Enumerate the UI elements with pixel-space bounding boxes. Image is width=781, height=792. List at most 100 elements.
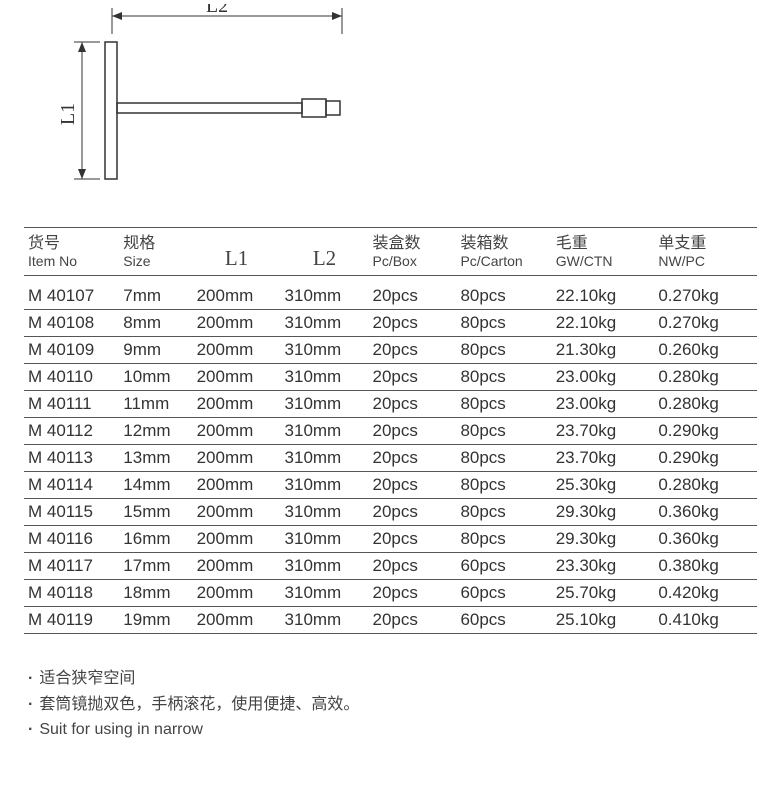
cell-size: 17mm <box>119 553 192 580</box>
cell-ctn: 60pcs <box>456 553 551 580</box>
l2-label: L2 <box>206 4 228 17</box>
col-header: 规格Size <box>119 228 192 276</box>
cell-nw: 0.280kg <box>654 391 757 418</box>
cell-box: 20pcs <box>368 276 456 310</box>
cell-item: M 40111 <box>24 391 119 418</box>
table-row: M 4011313mm200mm310mm20pcs80pcs23.70kg0.… <box>24 445 757 472</box>
cell-size: 12mm <box>119 418 192 445</box>
cell-gw: 23.70kg <box>552 445 655 472</box>
cell-box: 20pcs <box>368 553 456 580</box>
cell-gw: 29.30kg <box>552 526 655 553</box>
cell-l2: 310mm <box>281 364 369 391</box>
cell-item: M 40119 <box>24 607 119 634</box>
table-row: M 4011515mm200mm310mm20pcs80pcs29.30kg0.… <box>24 499 757 526</box>
header-en: Size <box>123 253 188 270</box>
cell-item: M 40113 <box>24 445 119 472</box>
cell-box: 20pcs <box>368 391 456 418</box>
cell-size: 7mm <box>119 276 192 310</box>
cell-nw: 0.260kg <box>654 337 757 364</box>
cell-size: 19mm <box>119 607 192 634</box>
cell-ctn: 80pcs <box>456 276 551 310</box>
cell-item: M 40110 <box>24 364 119 391</box>
cell-l2: 310mm <box>281 337 369 364</box>
header-cn: 货号 <box>28 234 115 253</box>
table-row: M 401099mm200mm310mm20pcs80pcs21.30kg0.2… <box>24 337 757 364</box>
cell-l2: 310mm <box>281 391 369 418</box>
header-en: Pc/Carton <box>460 253 547 270</box>
cell-ctn: 80pcs <box>456 337 551 364</box>
cell-nw: 0.270kg <box>654 310 757 337</box>
col-header: 单支重NW/PC <box>654 228 757 276</box>
cell-nw: 0.290kg <box>654 445 757 472</box>
cell-box: 20pcs <box>368 526 456 553</box>
header-cn: 装盒数 <box>372 234 452 253</box>
cell-l2: 310mm <box>281 499 369 526</box>
cell-item: M 40108 <box>24 310 119 337</box>
cell-size: 10mm <box>119 364 192 391</box>
cell-item: M 40117 <box>24 553 119 580</box>
header-en: GW/CTN <box>556 253 651 270</box>
cell-l1: 200mm <box>193 472 281 499</box>
cell-item: M 40115 <box>24 499 119 526</box>
dimension-diagram: L2 L1 <box>52 4 757 199</box>
cell-gw: 29.30kg <box>552 499 655 526</box>
cell-ctn: 80pcs <box>456 472 551 499</box>
cell-l1: 200mm <box>193 276 281 310</box>
cell-ctn: 80pcs <box>456 499 551 526</box>
header-cn: 规格 <box>123 234 188 253</box>
cell-l1: 200mm <box>193 499 281 526</box>
cell-ctn: 80pcs <box>456 391 551 418</box>
table-row: M 4011818mm200mm310mm20pcs60pcs25.70kg0.… <box>24 580 757 607</box>
table-row: M 4011616mm200mm310mm20pcs80pcs29.30kg0.… <box>24 526 757 553</box>
cell-l2: 310mm <box>281 580 369 607</box>
col-header: L1 <box>193 228 281 276</box>
cell-size: 8mm <box>119 310 192 337</box>
col-header: 装盒数Pc/Box <box>368 228 456 276</box>
header-en: Item No <box>28 253 115 270</box>
cell-item: M 40107 <box>24 276 119 310</box>
cell-box: 20pcs <box>368 418 456 445</box>
cell-l1: 200mm <box>193 526 281 553</box>
cell-nw: 0.360kg <box>654 499 757 526</box>
cell-gw: 23.00kg <box>552 391 655 418</box>
table-row: M 401077mm200mm310mm20pcs80pcs22.10kg0.2… <box>24 276 757 310</box>
l1-label: L1 <box>57 103 79 125</box>
header-cn: 装箱数 <box>460 234 547 253</box>
header-cn: 单支重 <box>658 234 753 253</box>
cell-l1: 200mm <box>193 391 281 418</box>
cell-size: 16mm <box>119 526 192 553</box>
cell-l1: 200mm <box>193 418 281 445</box>
cell-size: 15mm <box>119 499 192 526</box>
cell-item: M 40114 <box>24 472 119 499</box>
cell-l2: 310mm <box>281 607 369 634</box>
cell-l1: 200mm <box>193 310 281 337</box>
cell-l2: 310mm <box>281 445 369 472</box>
cell-ctn: 60pcs <box>456 607 551 634</box>
cell-size: 14mm <box>119 472 192 499</box>
col-header: 装箱数Pc/Carton <box>456 228 551 276</box>
cell-ctn: 60pcs <box>456 580 551 607</box>
cell-box: 20pcs <box>368 499 456 526</box>
cell-item: M 40116 <box>24 526 119 553</box>
header-en: Pc/Box <box>372 253 452 270</box>
cell-box: 20pcs <box>368 310 456 337</box>
cell-ctn: 80pcs <box>456 418 551 445</box>
cell-gw: 25.30kg <box>552 472 655 499</box>
col-header: 货号Item No <box>24 228 119 276</box>
header-en: NW/PC <box>658 253 753 270</box>
table-row: M 4011919mm200mm310mm20pcs60pcs25.10kg0.… <box>24 607 757 634</box>
cell-item: M 40109 <box>24 337 119 364</box>
cell-size: 9mm <box>119 337 192 364</box>
cell-nw: 0.420kg <box>654 580 757 607</box>
table-row: M 401088mm200mm310mm20pcs80pcs22.10kg0.2… <box>24 310 757 337</box>
note-line: Suit for using in narrow <box>28 717 757 743</box>
cell-gw: 23.00kg <box>552 364 655 391</box>
cell-l2: 310mm <box>281 276 369 310</box>
cell-l1: 200mm <box>193 607 281 634</box>
header-cn: 毛重 <box>556 234 651 253</box>
cell-ctn: 80pcs <box>456 310 551 337</box>
cell-l1: 200mm <box>193 580 281 607</box>
cell-gw: 23.30kg <box>552 553 655 580</box>
cell-l2: 310mm <box>281 418 369 445</box>
cell-l1: 200mm <box>193 445 281 472</box>
